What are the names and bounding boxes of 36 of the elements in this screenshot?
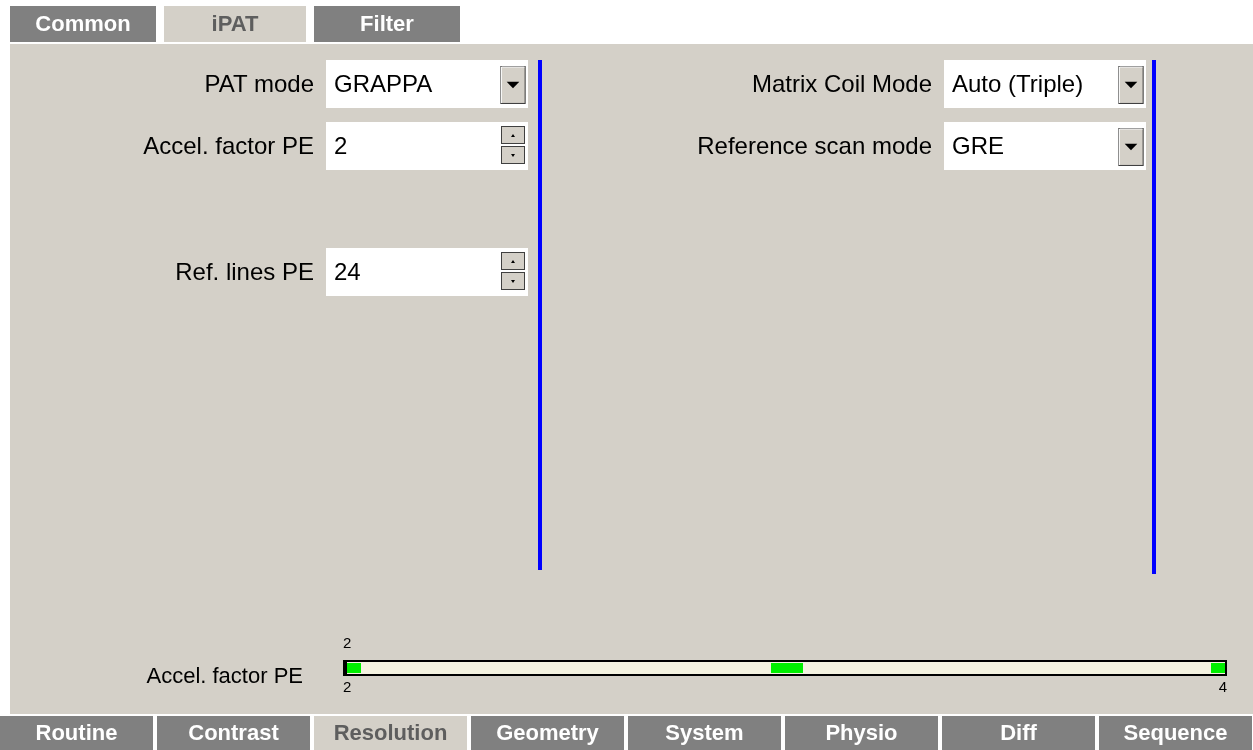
spin-field[interactable]: 24: [326, 248, 528, 296]
dropdown-arrow-icon[interactable]: [500, 66, 526, 104]
dropdown-arrow-icon[interactable]: [1118, 66, 1144, 104]
spin-down-icon[interactable]: [500, 272, 526, 290]
tab[interactable]: Filter: [314, 6, 460, 42]
tab[interactable]: System: [628, 716, 781, 750]
spin-up-icon[interactable]: [500, 126, 526, 144]
field-label: Ref. lines PE: [175, 258, 314, 286]
range-marker: [1211, 663, 1225, 673]
tab[interactable]: Geometry: [471, 716, 624, 750]
dropdown-arrow-icon[interactable]: [1118, 128, 1144, 166]
dropdown-field[interactable]: GRE: [944, 122, 1146, 170]
tab[interactable]: Physio: [785, 716, 938, 750]
tab[interactable]: Common: [10, 6, 156, 42]
tab[interactable]: Sequence: [1099, 716, 1252, 750]
slider-label: Accel. factor PE: [145, 663, 303, 689]
tab[interactable]: Resolution: [314, 716, 467, 750]
slider-track[interactable]: [343, 660, 1227, 676]
field-label: Matrix Coil Mode: [751, 70, 932, 98]
spin-up-icon[interactable]: [500, 252, 526, 270]
spin-field[interactable]: 2: [326, 122, 528, 170]
tab[interactable]: Contrast: [157, 716, 310, 750]
dropdown-field[interactable]: GRAPPA: [326, 60, 528, 108]
tab[interactable]: iPAT: [162, 4, 308, 42]
dropdown-field[interactable]: Auto (Triple): [944, 60, 1146, 108]
field-label: Reference scan mode: [697, 132, 932, 160]
field-label: Accel. factor PE: [143, 132, 314, 160]
tab[interactable]: Routine: [0, 716, 153, 750]
field-label: PAT mode: [204, 70, 314, 98]
slider-thumb[interactable]: [344, 660, 347, 676]
slider-max-label: 4: [1218, 678, 1227, 696]
tab[interactable]: Diff: [942, 716, 1095, 750]
slider-min-label: 2: [343, 678, 352, 696]
slider-value: 2: [343, 634, 352, 651]
range-marker: [771, 663, 803, 673]
spin-down-icon[interactable]: [500, 146, 526, 164]
